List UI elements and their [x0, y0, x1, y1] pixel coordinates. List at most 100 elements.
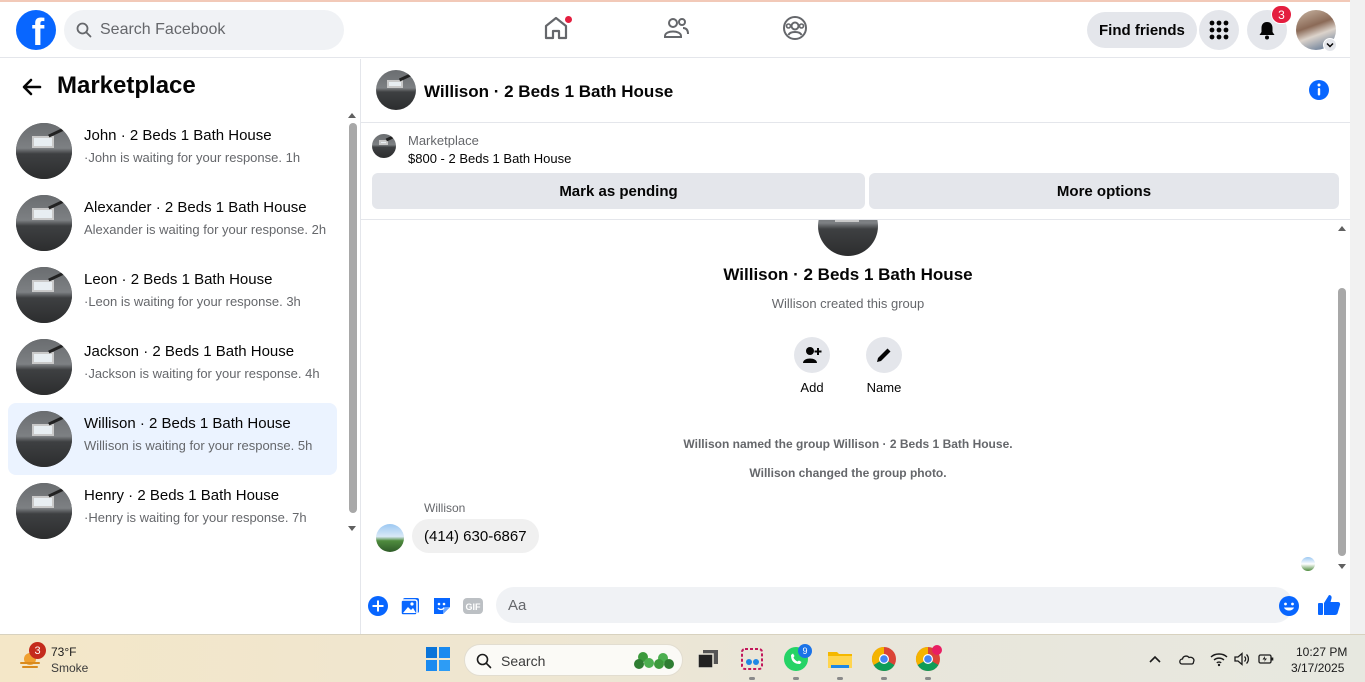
system-message: Willison changed the group photo.: [749, 466, 947, 480]
weather-condition[interactable]: Smoke: [51, 661, 88, 675]
plus-circle-icon[interactable]: [367, 595, 389, 617]
sticker-icon[interactable]: [431, 595, 453, 617]
marketplace-listing-bar: Marketplace $800 - 2 Beds 1 Bath House M…: [361, 124, 1350, 220]
windows-start-icon[interactable]: [425, 646, 451, 672]
info-icon[interactable]: [1308, 79, 1330, 101]
clock-time[interactable]: 10:27 PM: [1296, 645, 1347, 659]
chevron-up-icon[interactable]: [1146, 651, 1164, 667]
conversation-preview: ·Leon is waiting for your response. 3h: [84, 294, 301, 309]
bell-icon: [1259, 22, 1275, 40]
facebook-topbar: f Find friends 3: [0, 2, 1350, 58]
listing-thumbnail: [16, 411, 72, 467]
chrome-profile-icon[interactable]: [914, 645, 942, 673]
chat-title[interactable]: Willison · 2 Beds 1 Bath House: [424, 82, 673, 102]
scrollbar-thumb[interactable]: [1338, 288, 1346, 556]
thread-scrollbar[interactable]: [1336, 222, 1348, 572]
clock-date[interactable]: 3/17/2025: [1291, 661, 1344, 675]
conversation-title: Henry · 2 Beds 1 Bath House: [84, 487, 280, 504]
message-sender-name: Willison: [424, 501, 466, 515]
facebook-logo-icon[interactable]: f: [16, 10, 56, 50]
conversation-list-panel: Marketplace John · 2 Beds 1 Bath House ·…: [0, 59, 361, 634]
search-box[interactable]: [64, 10, 344, 50]
back-arrow-icon[interactable]: [20, 75, 44, 99]
whatsapp-badge: 9: [798, 644, 812, 658]
conversation-item[interactable]: Jackson · 2 Beds 1 Bath House ·Jackson i…: [8, 331, 337, 403]
weather-badge: 3: [29, 642, 46, 659]
marketplace-title: Marketplace: [57, 72, 196, 99]
conversation-item[interactable]: John · 2 Beds 1 Bath House ·John is wait…: [8, 115, 337, 187]
menu-button[interactable]: [1199, 10, 1239, 50]
message-input[interactable]: [496, 587, 1293, 623]
listing-thumbnail: [16, 267, 72, 323]
conversation-item[interactable]: Henry · 2 Beds 1 Bath House ·Henry is wa…: [8, 475, 337, 547]
conversation-list-scrollbar[interactable]: [346, 111, 358, 591]
conversation-title: Leon · 2 Beds 1 Bath House: [84, 271, 273, 288]
file-explorer-icon[interactable]: [826, 645, 854, 673]
scroll-down-arrow-icon[interactable]: [347, 525, 357, 533]
taskbar-search[interactable]: Search: [464, 644, 683, 676]
app-running-indicator: [837, 677, 843, 680]
add-member-action[interactable]: Add: [782, 337, 842, 395]
listing-thumbnail: [16, 483, 72, 539]
listing-thumbnail: [16, 123, 72, 179]
chrome-icon[interactable]: [870, 645, 898, 673]
conversation-preview: Willison is waiting for your response. 5…: [84, 438, 313, 453]
app-running-indicator: [749, 677, 755, 680]
page-scrollbar[interactable]: [1350, 0, 1365, 634]
conversation-title: Jackson · 2 Beds 1 Bath House: [84, 343, 295, 360]
sender-avatar[interactable]: [376, 524, 404, 552]
listing-thumbnail[interactable]: [372, 134, 396, 158]
conversation-preview: Alexander is waiting for your response. …: [84, 222, 327, 237]
scroll-down-arrow-icon[interactable]: [1337, 563, 1347, 571]
group-avatar[interactable]: [376, 70, 416, 110]
system-message: Willison named the group Willison · 2 Be…: [683, 437, 1013, 451]
photo-icon[interactable]: [399, 595, 421, 617]
listing-thumbnail: [16, 195, 72, 251]
emoji-icon[interactable]: [1278, 595, 1300, 617]
scrollbar-thumb[interactable]: [349, 123, 357, 513]
thumbs-up-icon[interactable]: [1317, 593, 1341, 617]
app-running-indicator: [793, 677, 799, 680]
svg-text:GIF: GIF: [466, 602, 482, 612]
conversation-preview: ·John is waiting for your response. 1h: [84, 150, 301, 165]
conversation-preview: ·Henry is waiting for your response. 7h: [84, 510, 307, 525]
speaker-icon[interactable]: [1233, 651, 1251, 667]
snipping-tool-icon[interactable]: [738, 645, 766, 673]
wifi-icon[interactable]: [1210, 651, 1228, 667]
scroll-up-arrow-icon[interactable]: [347, 111, 357, 119]
groups-icon[interactable]: [781, 14, 809, 42]
message-thread: Willison · 2 Beds 1 Bath House Willison …: [361, 220, 1350, 580]
conversation-title: Alexander · 2 Beds 1 Bath House: [84, 199, 307, 216]
name-label: Name: [866, 380, 902, 395]
group-created-text: Willison created this group: [771, 296, 925, 311]
group-title: Willison · 2 Beds 1 Bath House: [723, 265, 973, 284]
mark-as-pending-button[interactable]: Mark as pending: [372, 173, 865, 209]
search-input[interactable]: [100, 21, 320, 39]
notifications-count-badge: 3: [1271, 5, 1292, 24]
conversation-preview: ·Jackson is waiting for your response. 4…: [84, 366, 320, 381]
add-person-button[interactable]: [794, 337, 830, 373]
task-view-icon[interactable]: [694, 645, 722, 673]
find-friends-button[interactable]: Find friends: [1087, 12, 1197, 48]
conversation-item-active[interactable]: Willison · 2 Beds 1 Bath House Willison …: [8, 403, 337, 475]
gif-icon[interactable]: GIF: [462, 595, 484, 617]
conversation-title: Willison · 2 Beds 1 Bath House: [84, 415, 291, 432]
chat-header: Willison · 2 Beds 1 Bath House: [361, 59, 1350, 123]
pencil-icon: [877, 348, 891, 362]
add-label: Add: [800, 380, 824, 395]
scroll-up-arrow-icon[interactable]: [1337, 224, 1347, 232]
friends-icon[interactable]: [662, 14, 690, 42]
account-chevron-down-icon[interactable]: [1323, 38, 1337, 52]
app-running-indicator: [925, 677, 931, 680]
battery-charging-icon[interactable]: [1257, 651, 1275, 667]
seen-indicator-avatar: [1301, 557, 1315, 571]
edit-name-button[interactable]: [866, 337, 902, 373]
conversation-item[interactable]: Leon · 2 Beds 1 Bath House ·Leon is wait…: [8, 259, 337, 331]
onedrive-cloud-icon[interactable]: [1178, 651, 1196, 667]
listing-price-title[interactable]: $800 - 2 Beds 1 Bath House: [408, 151, 571, 166]
message-bubble[interactable]: (414) 630-6867: [412, 519, 539, 553]
conversation-item[interactable]: Alexander · 2 Beds 1 Bath House Alexande…: [8, 187, 337, 259]
more-options-button[interactable]: More options: [869, 173, 1339, 209]
name-group-action[interactable]: Name: [854, 337, 914, 395]
weather-temperature[interactable]: 73°F: [51, 645, 76, 659]
